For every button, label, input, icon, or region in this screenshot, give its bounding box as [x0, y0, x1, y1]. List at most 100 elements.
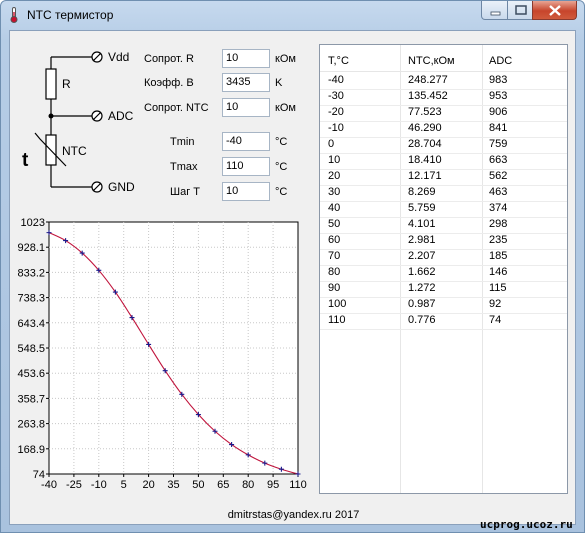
ntc-unit: кОм: [275, 102, 296, 114]
table-row[interactable]: -30 135.452 953: [320, 90, 567, 105]
r-unit: кОм: [275, 53, 296, 65]
table-row[interactable]: -40 248.277 983: [320, 74, 567, 89]
x-tick-label: 35: [167, 479, 179, 491]
column-header-adc: ADC: [489, 55, 513, 67]
circuit-diagram: Vdd ADC GND R NTC t: [18, 41, 138, 201]
r-label: Сопрот. R: [144, 53, 194, 65]
x-tick-label: 50: [192, 479, 204, 491]
table-row[interactable]: 80 1.662 146: [320, 266, 567, 281]
table-row[interactable]: 100 0.987 92: [320, 298, 567, 313]
cell-temperature: 0: [328, 138, 335, 150]
cell-ntc: 0.776: [408, 314, 436, 326]
cell-temperature: -30: [328, 90, 344, 102]
x-tick-label: 95: [267, 479, 279, 491]
cell-temperature: 20: [328, 170, 341, 182]
tmax-input[interactable]: 110: [222, 157, 270, 176]
cell-ntc: 1.272: [408, 282, 436, 294]
cell-ntc: 8.269: [408, 186, 436, 198]
cell-ntc: 2.981: [408, 234, 436, 246]
table-row[interactable]: 50 4.101 298: [320, 218, 567, 233]
adc-terminal-icon: [91, 110, 103, 122]
cell-ntc: 4.101: [408, 218, 436, 230]
y-tick-label: 1023: [21, 217, 45, 229]
step-input[interactable]: 10: [222, 182, 270, 201]
client-area: Vdd ADC GND R NTC t Сопрот. R 10 кОм Коэ…: [9, 30, 576, 525]
cell-adc: 74: [489, 314, 502, 326]
title-bar[interactable]: NTC термистор: [1, 1, 584, 29]
y-tick-label: 738.3: [17, 293, 45, 305]
cell-ntc: 1.662: [408, 266, 436, 278]
table-row[interactable]: 0 28.704 759: [320, 138, 567, 153]
cell-adc: 759: [489, 138, 508, 150]
cell-adc: 374: [489, 202, 508, 214]
watermark: ucprog.ucoz.ru: [480, 518, 573, 531]
step-label: Шаг T: [170, 186, 200, 198]
column-header-ntc: NTC,кОм: [408, 55, 455, 67]
y-tick-label: 833.2: [17, 267, 45, 279]
table-row[interactable]: -20 77.523 906: [320, 106, 567, 121]
cell-ntc: 2.207: [408, 250, 436, 262]
cell-ntc: 77.523: [408, 106, 442, 118]
cell-temperature: 110: [328, 314, 346, 326]
x-tick-label: 65: [217, 479, 229, 491]
table-row[interactable]: 90 1.272 115: [320, 282, 567, 297]
cell-temperature: 40: [328, 202, 341, 214]
table-row[interactable]: 20 12.171 562: [320, 170, 567, 185]
maximize-button[interactable]: [507, 1, 533, 20]
cell-temperature: 80: [328, 266, 341, 278]
y-tick-label: 74: [33, 469, 45, 481]
close-icon: [549, 5, 561, 16]
y-tick-label: 928.1: [17, 242, 45, 254]
table-row[interactable]: 10 18.410 663: [320, 154, 567, 169]
adc-label: ADC: [108, 109, 134, 123]
minimize-icon: [490, 11, 501, 16]
cell-ntc: 46.290: [408, 122, 442, 134]
cell-ntc: 5.759: [408, 202, 436, 214]
vdd-terminal-icon: [91, 51, 103, 63]
x-tick-label: -10: [91, 479, 107, 491]
cell-ntc: 248.277: [408, 74, 448, 86]
ntc-input[interactable]: 10: [222, 98, 270, 117]
cell-adc: 841: [489, 122, 508, 134]
table-row[interactable]: 110 0.776 74: [320, 314, 567, 329]
x-tick-label: 20: [142, 479, 154, 491]
cell-adc: 562: [489, 170, 508, 182]
b-unit: K: [275, 77, 283, 89]
resistor-label: R: [62, 77, 71, 91]
x-tick-label: -25: [66, 479, 82, 491]
cell-adc: 663: [489, 154, 508, 166]
r-input[interactable]: 10: [222, 49, 270, 68]
tmin-input[interactable]: -40: [222, 132, 270, 151]
y-tick-label: 358.7: [17, 393, 45, 405]
table-row[interactable]: 70 2.207 185: [320, 250, 567, 265]
cell-ntc: 18.410: [408, 154, 442, 166]
b-input[interactable]: 3435: [222, 73, 270, 92]
results-table[interactable]: T,°C NTC,кОм ADC -40 248.277 983 -30 135.452…: [319, 44, 568, 494]
cell-adc: 983: [489, 74, 508, 86]
cell-adc: 906: [489, 106, 508, 118]
app-window: NTC термистор Vdd ADC GND R NTC t Сопрот…: [0, 0, 585, 533]
thermometer-icon: [10, 7, 18, 23]
table-row[interactable]: 30 8.269 463: [320, 186, 567, 201]
minimize-button[interactable]: [481, 1, 508, 20]
cell-adc: 463: [489, 186, 508, 198]
tmin-unit: °C: [275, 136, 288, 148]
y-tick-label: 263.8: [17, 419, 45, 431]
cell-temperature: 60: [328, 234, 341, 246]
ntc-label: NTC: [62, 144, 87, 158]
cell-temperature: -10: [328, 122, 344, 134]
cell-adc: 235: [489, 234, 508, 246]
cell-ntc: 135.452: [408, 90, 448, 102]
table-row[interactable]: 40 5.759 374: [320, 202, 567, 217]
y-tick-label: 643.4: [17, 318, 45, 330]
x-tick-label: 5: [121, 479, 127, 491]
table-row[interactable]: 60 2.981 235: [320, 234, 567, 249]
close-button[interactable]: [532, 1, 577, 20]
ntc-resistance-label: Сопрот. NTC: [144, 102, 209, 114]
cell-temperature: 100: [328, 298, 347, 310]
adc-chart: -40 -25 -10 5 20 35 50 65 80 95 1101023928.1833.27…: [17, 217, 306, 491]
tmax-unit: °C: [275, 161, 288, 173]
cell-ntc: 28.704: [408, 138, 442, 150]
table-row[interactable]: -10 46.290 841: [320, 122, 567, 137]
cell-temperature: 90: [328, 282, 341, 294]
